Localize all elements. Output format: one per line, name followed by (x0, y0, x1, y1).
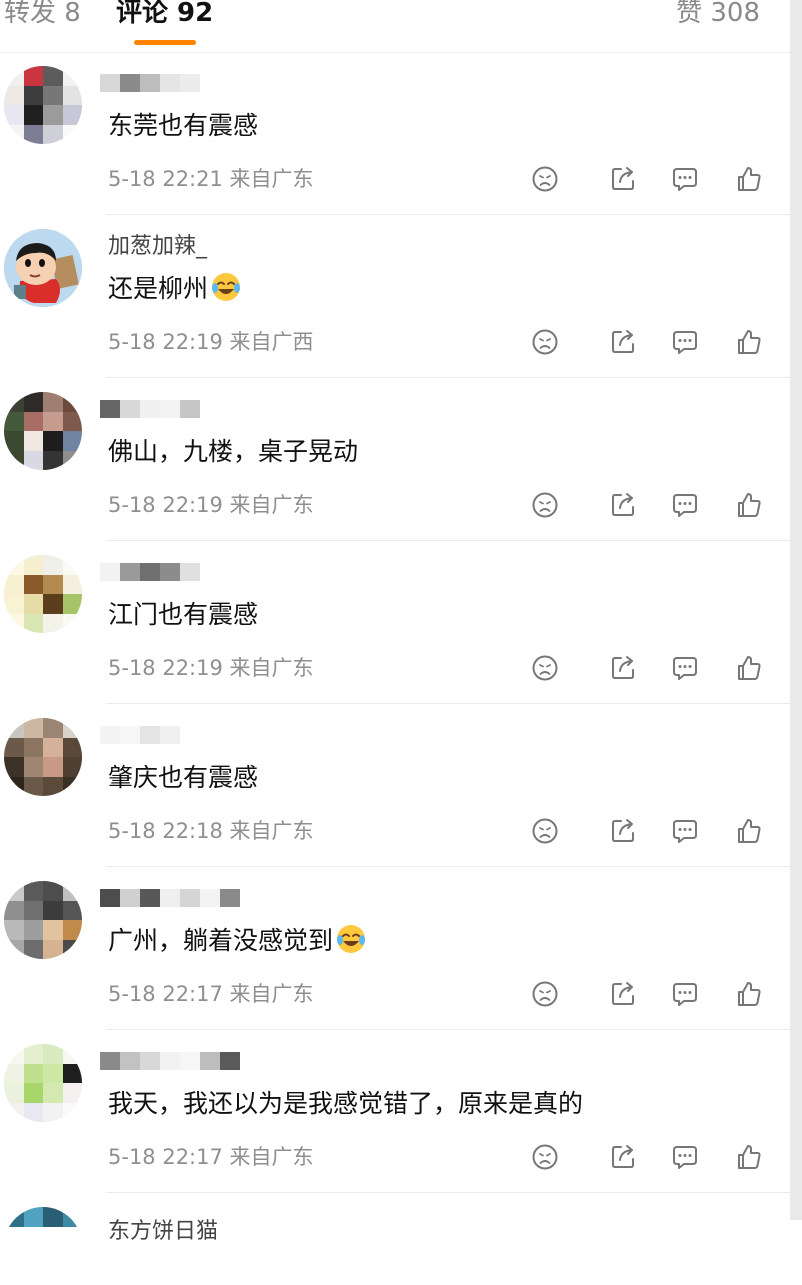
username-redacted (100, 726, 180, 746)
dislike-face-icon[interactable] (530, 490, 560, 520)
tab-repost[interactable]: 转发 8 (4, 0, 81, 28)
avatar[interactable] (4, 66, 82, 144)
comment-meta: 5-18 22:17 来自广东 (108, 982, 314, 1006)
comment-text: 江门也有震感 (108, 600, 259, 629)
share-icon[interactable] (608, 327, 638, 357)
tab-comments[interactable]: 评论 92 (116, 0, 213, 28)
comment-bubble-icon[interactable] (670, 1142, 700, 1172)
comment-item: 加葱加辣_ 还是柳州 5-18 22:19 来自广西 (0, 215, 790, 378)
comment-item: 我天，我还以为是我感觉错了，原来是真的 5-18 22:17 来自广东 (0, 1030, 790, 1193)
comment-actions (530, 653, 770, 683)
comment-meta: 5-18 22:17 来自广东 (108, 1145, 314, 1169)
comment-text: 佛山，九楼，桌子晃动 (108, 437, 359, 466)
comment-meta: 5-18 22:19 来自广东 (108, 493, 314, 517)
comment-bubble-icon[interactable] (670, 816, 700, 846)
comment-tabs: 转发 8 评论 92 赞 308 (0, 0, 790, 53)
comment-item: 东莞也有震感 5-18 22:21 来自广东 (0, 52, 790, 215)
comment-actions (530, 164, 770, 194)
avatar[interactable] (4, 1044, 82, 1122)
comment-bubble-icon[interactable] (670, 653, 700, 683)
dislike-face-icon[interactable] (530, 164, 560, 194)
comment-actions (530, 816, 770, 846)
thumbs-up-icon[interactable] (734, 979, 764, 1009)
comment-actions (530, 1142, 770, 1172)
dislike-face-icon[interactable] (530, 816, 560, 846)
thumbs-up-icon[interactable] (734, 816, 764, 846)
tab-likes[interactable]: 赞 308 (676, 0, 760, 28)
thumbs-up-icon[interactable] (734, 1142, 764, 1172)
thumbs-up-icon[interactable] (734, 164, 764, 194)
share-icon[interactable] (608, 979, 638, 1009)
laugh-cry-emoji (212, 273, 241, 301)
avatar[interactable] (4, 718, 82, 796)
comment-list: 东莞也有震感 5-18 22:21 来自广东 加葱加辣_ 还是柳州 5-18 2… (0, 52, 790, 1244)
comment-meta: 5-18 22:21 来自广东 (108, 167, 314, 191)
comment-item-partial: 东方饼日猫 (0, 1193, 790, 1244)
comment-actions (530, 979, 770, 1009)
comment-item: 江门也有震感 5-18 22:19 来自广东 (0, 541, 790, 704)
comment-item: 广州，躺着没感觉到 5-18 22:17 来自广东 (0, 867, 790, 1030)
comment-actions (530, 327, 770, 357)
share-icon[interactable] (608, 490, 638, 520)
comment-text: 东莞也有震感 (108, 111, 259, 140)
comment-text: 我天，我还以为是我感觉错了，原来是真的 (108, 1089, 584, 1118)
username-redacted (100, 1052, 240, 1072)
comment-text: 还是柳州 (108, 271, 242, 307)
dislike-face-icon[interactable] (530, 1142, 560, 1172)
share-icon[interactable] (608, 164, 638, 194)
avatar[interactable] (4, 392, 82, 470)
comment-meta: 5-18 22:19 来自广东 (108, 656, 314, 680)
laugh-cry-emoji (337, 925, 366, 953)
comment-item: 肇庆也有震感 5-18 22:18 来自广东 (0, 704, 790, 867)
comment-bubble-icon[interactable] (670, 979, 700, 1009)
share-icon[interactable] (608, 1142, 638, 1172)
comment-bubble-icon[interactable] (670, 327, 700, 357)
thumbs-up-icon[interactable] (734, 653, 764, 683)
username-redacted (100, 889, 240, 909)
dislike-face-icon[interactable] (530, 979, 560, 1009)
avatar[interactable] (4, 555, 82, 633)
scrollbar-track[interactable] (790, 0, 802, 1220)
comment-bubble-icon[interactable] (670, 164, 700, 194)
dislike-face-icon[interactable] (530, 327, 560, 357)
comment-text: 肇庆也有震感 (108, 763, 259, 792)
share-icon[interactable] (608, 653, 638, 683)
active-tab-indicator (134, 40, 196, 45)
avatar[interactable] (4, 881, 82, 959)
thumbs-up-icon[interactable] (734, 327, 764, 357)
avatar[interactable] (4, 1207, 82, 1285)
dislike-face-icon[interactable] (530, 653, 560, 683)
comment-bubble-icon[interactable] (670, 490, 700, 520)
comment-meta: 5-18 22:19 来自广西 (108, 330, 314, 354)
comment-actions (530, 490, 770, 520)
comment-text: 广州，躺着没感觉到 (108, 923, 367, 959)
username-redacted (100, 74, 200, 94)
comment-meta: 5-18 22:18 来自广东 (108, 819, 314, 843)
comment-username[interactable]: 东方饼日猫 (108, 1213, 218, 1245)
thumbs-up-icon[interactable] (734, 490, 764, 520)
username-redacted (100, 400, 200, 420)
avatar[interactable] (4, 229, 82, 307)
comment-username[interactable]: 加葱加辣_ (108, 233, 207, 261)
share-icon[interactable] (608, 816, 638, 846)
comment-item: 佛山，九楼，桌子晃动 5-18 22:19 来自广东 (0, 378, 790, 541)
username-redacted (100, 563, 200, 583)
